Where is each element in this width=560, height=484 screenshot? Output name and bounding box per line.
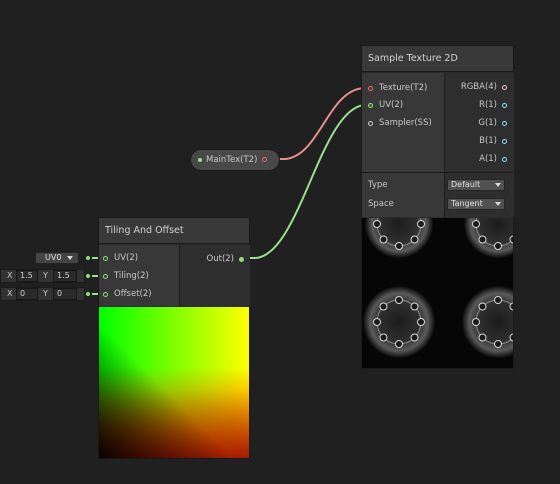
- property-output-port[interactable]: [262, 157, 267, 162]
- tiling-connector-dot: [86, 274, 90, 278]
- texture-preview: [362, 218, 513, 368]
- output-port-r[interactable]: R(1): [479, 98, 507, 112]
- output-port-out[interactable]: Out(2): [207, 252, 244, 266]
- input-port-sampler[interactable]: Sampler(SS): [368, 116, 432, 130]
- port-label: Offset(2): [114, 289, 152, 299]
- property-dot-icon: [198, 158, 202, 162]
- input-port-offset[interactable]: Offset(2): [103, 287, 152, 301]
- output-port-rgba[interactable]: RGBA(4): [461, 80, 507, 94]
- tiling-y-value: 1.5: [57, 271, 70, 280]
- chevron-down-icon: [495, 183, 501, 187]
- input-port-uv[interactable]: UV(2): [103, 251, 138, 265]
- offset-x-label: X: [7, 289, 13, 298]
- uv-connector-dot: [86, 256, 90, 260]
- port-label: Out(2): [206, 254, 234, 264]
- tiling-y-field[interactable]: 1.5: [53, 270, 77, 282]
- space-value: Tangent: [451, 199, 483, 208]
- port-dot: [239, 256, 244, 262]
- port-label: Tiling(2): [114, 271, 149, 281]
- port-label: Texture(T2): [379, 83, 428, 93]
- tiling-y-label: Y: [43, 271, 48, 280]
- port-dot: [103, 255, 108, 261]
- port-dot: [103, 291, 108, 297]
- port-dot: [368, 120, 373, 126]
- input-port-tiling[interactable]: Tiling(2): [103, 269, 149, 283]
- chevron-down-icon: [67, 256, 73, 260]
- offset-x-field[interactable]: 0: [16, 288, 38, 300]
- port-label: UV(2): [114, 253, 139, 263]
- offset-y-value: 0: [57, 289, 63, 298]
- port-label: RGBA(4): [460, 82, 497, 92]
- sample-texture-2d-node[interactable]: Sample Texture 2D Texture(T2) UV(2) Samp…: [362, 46, 514, 368]
- uv-channel-dropdown[interactable]: UV0: [35, 252, 79, 264]
- output-port-g[interactable]: G(1): [478, 116, 507, 130]
- port-label: G(1): [478, 118, 497, 128]
- output-port-a[interactable]: A(1): [479, 152, 507, 166]
- node-divider: [362, 172, 513, 173]
- tiling-x-label: X: [7, 271, 13, 280]
- port-dot: [368, 102, 373, 108]
- space-label: Space: [368, 199, 394, 209]
- type-label: Type: [368, 180, 388, 190]
- normal-map-preview-image: [363, 218, 513, 358]
- port-dot: [502, 102, 507, 108]
- type-dropdown[interactable]: Default: [447, 179, 505, 191]
- node-title[interactable]: Tiling And Offset: [99, 218, 249, 244]
- shader-graph-canvas[interactable]: { "colors": { "canvas": "#202020", "vect…: [0, 0, 560, 484]
- offset-x-value: 0: [20, 289, 26, 298]
- port-dot: [502, 84, 507, 90]
- offset-connector-dot: [86, 292, 90, 296]
- uv-channel-value: UV0: [45, 253, 62, 262]
- offset-y-field[interactable]: 0: [53, 288, 77, 300]
- port-dot: [502, 156, 507, 162]
- port-label: B(1): [479, 136, 497, 146]
- tiling-x-field[interactable]: 1.5: [16, 270, 38, 282]
- property-node-maintex[interactable]: MainTex(T2): [191, 150, 279, 170]
- port-dot: [103, 273, 108, 279]
- uv-gradient-red-overlay: [99, 307, 249, 458]
- offset-y-label: Y: [43, 289, 48, 298]
- wire-maintex-to-texture[interactable]: [271, 87, 365, 160]
- space-dropdown[interactable]: Tangent: [447, 198, 505, 210]
- output-port-b[interactable]: B(1): [479, 134, 507, 148]
- port-label: UV(2): [379, 100, 404, 110]
- chevron-down-icon: [495, 202, 501, 206]
- input-port-texture[interactable]: Texture(T2): [368, 81, 427, 95]
- port-dot: [368, 85, 373, 91]
- port-label: R(1): [479, 100, 497, 110]
- type-value: Default: [451, 180, 481, 189]
- port-label: A(1): [479, 154, 497, 164]
- port-dot: [502, 120, 507, 126]
- tiling-x-value: 1.5: [20, 271, 33, 280]
- node-title[interactable]: Sample Texture 2D: [362, 46, 513, 72]
- wire-out-to-uv[interactable]: [246, 104, 365, 259]
- port-label: Sampler(SS): [379, 118, 432, 128]
- port-dot: [502, 138, 507, 144]
- input-port-uv[interactable]: UV(2): [368, 98, 403, 112]
- property-label: MainTex(T2): [206, 155, 258, 165]
- tiling-and-offset-node[interactable]: Tiling And Offset UV(2) Tiling(2) Offset…: [99, 218, 250, 458]
